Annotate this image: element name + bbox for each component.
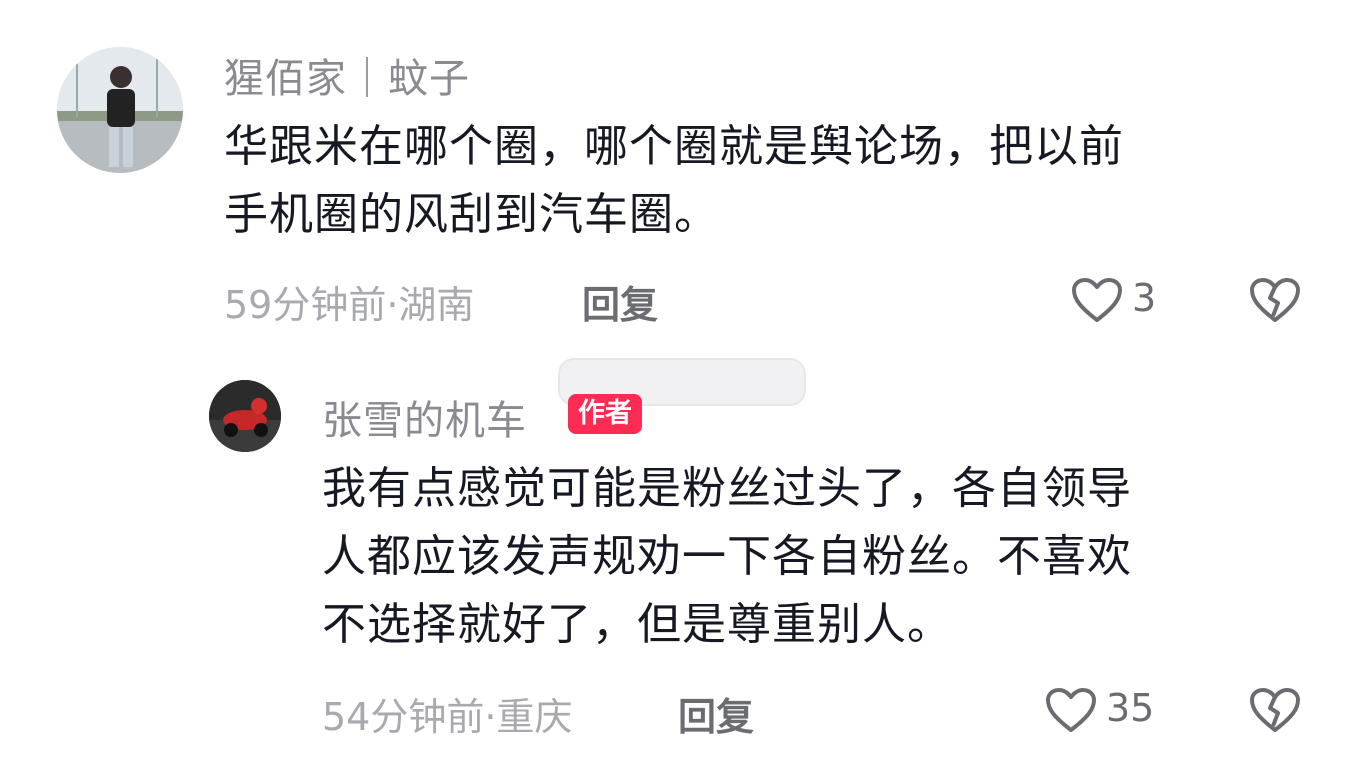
broken-heart-icon[interactable] <box>1248 276 1302 324</box>
comment-time-location: 59分钟前·湖南 <box>224 283 475 327</box>
reply-reply-button[interactable]: 回复 <box>678 686 754 741</box>
heart-outline-icon[interactable] <box>1070 276 1124 324</box>
reply-text-line-1: 我有点感觉可能是粉丝过头了，各自领导 <box>322 463 1132 514</box>
commenter-avatar[interactable] <box>57 47 183 173</box>
author-username[interactable]: 张雪的机车 <box>322 388 527 446</box>
comment-text-line-2: 手机圈的风刮到汽车圈。 <box>224 189 719 240</box>
commenter-username[interactable]: 猩佰家｜蚊子 <box>224 46 470 104</box>
comment-text-line-1: 华跟米在哪个圈，哪个圈就是舆论场，把以前 <box>224 121 1124 172</box>
comment-like-count: 3 <box>1132 276 1157 320</box>
author-avatar[interactable] <box>209 380 281 452</box>
broken-heart-icon[interactable] <box>1248 686 1302 734</box>
reply-text-line-3: 不选择就好了，但是尊重别人。 <box>322 599 952 650</box>
reply-text-line-2: 人都应该发声规劝一下各自粉丝。不喜欢 <box>322 531 1132 582</box>
heart-outline-icon[interactable] <box>1044 686 1098 734</box>
reply-time-location: 54分钟前·重庆 <box>322 695 573 739</box>
reply-like-count: 35 <box>1106 686 1155 730</box>
author-badge: 作者 <box>568 394 642 434</box>
comment-reply-button[interactable]: 回复 <box>582 274 658 329</box>
